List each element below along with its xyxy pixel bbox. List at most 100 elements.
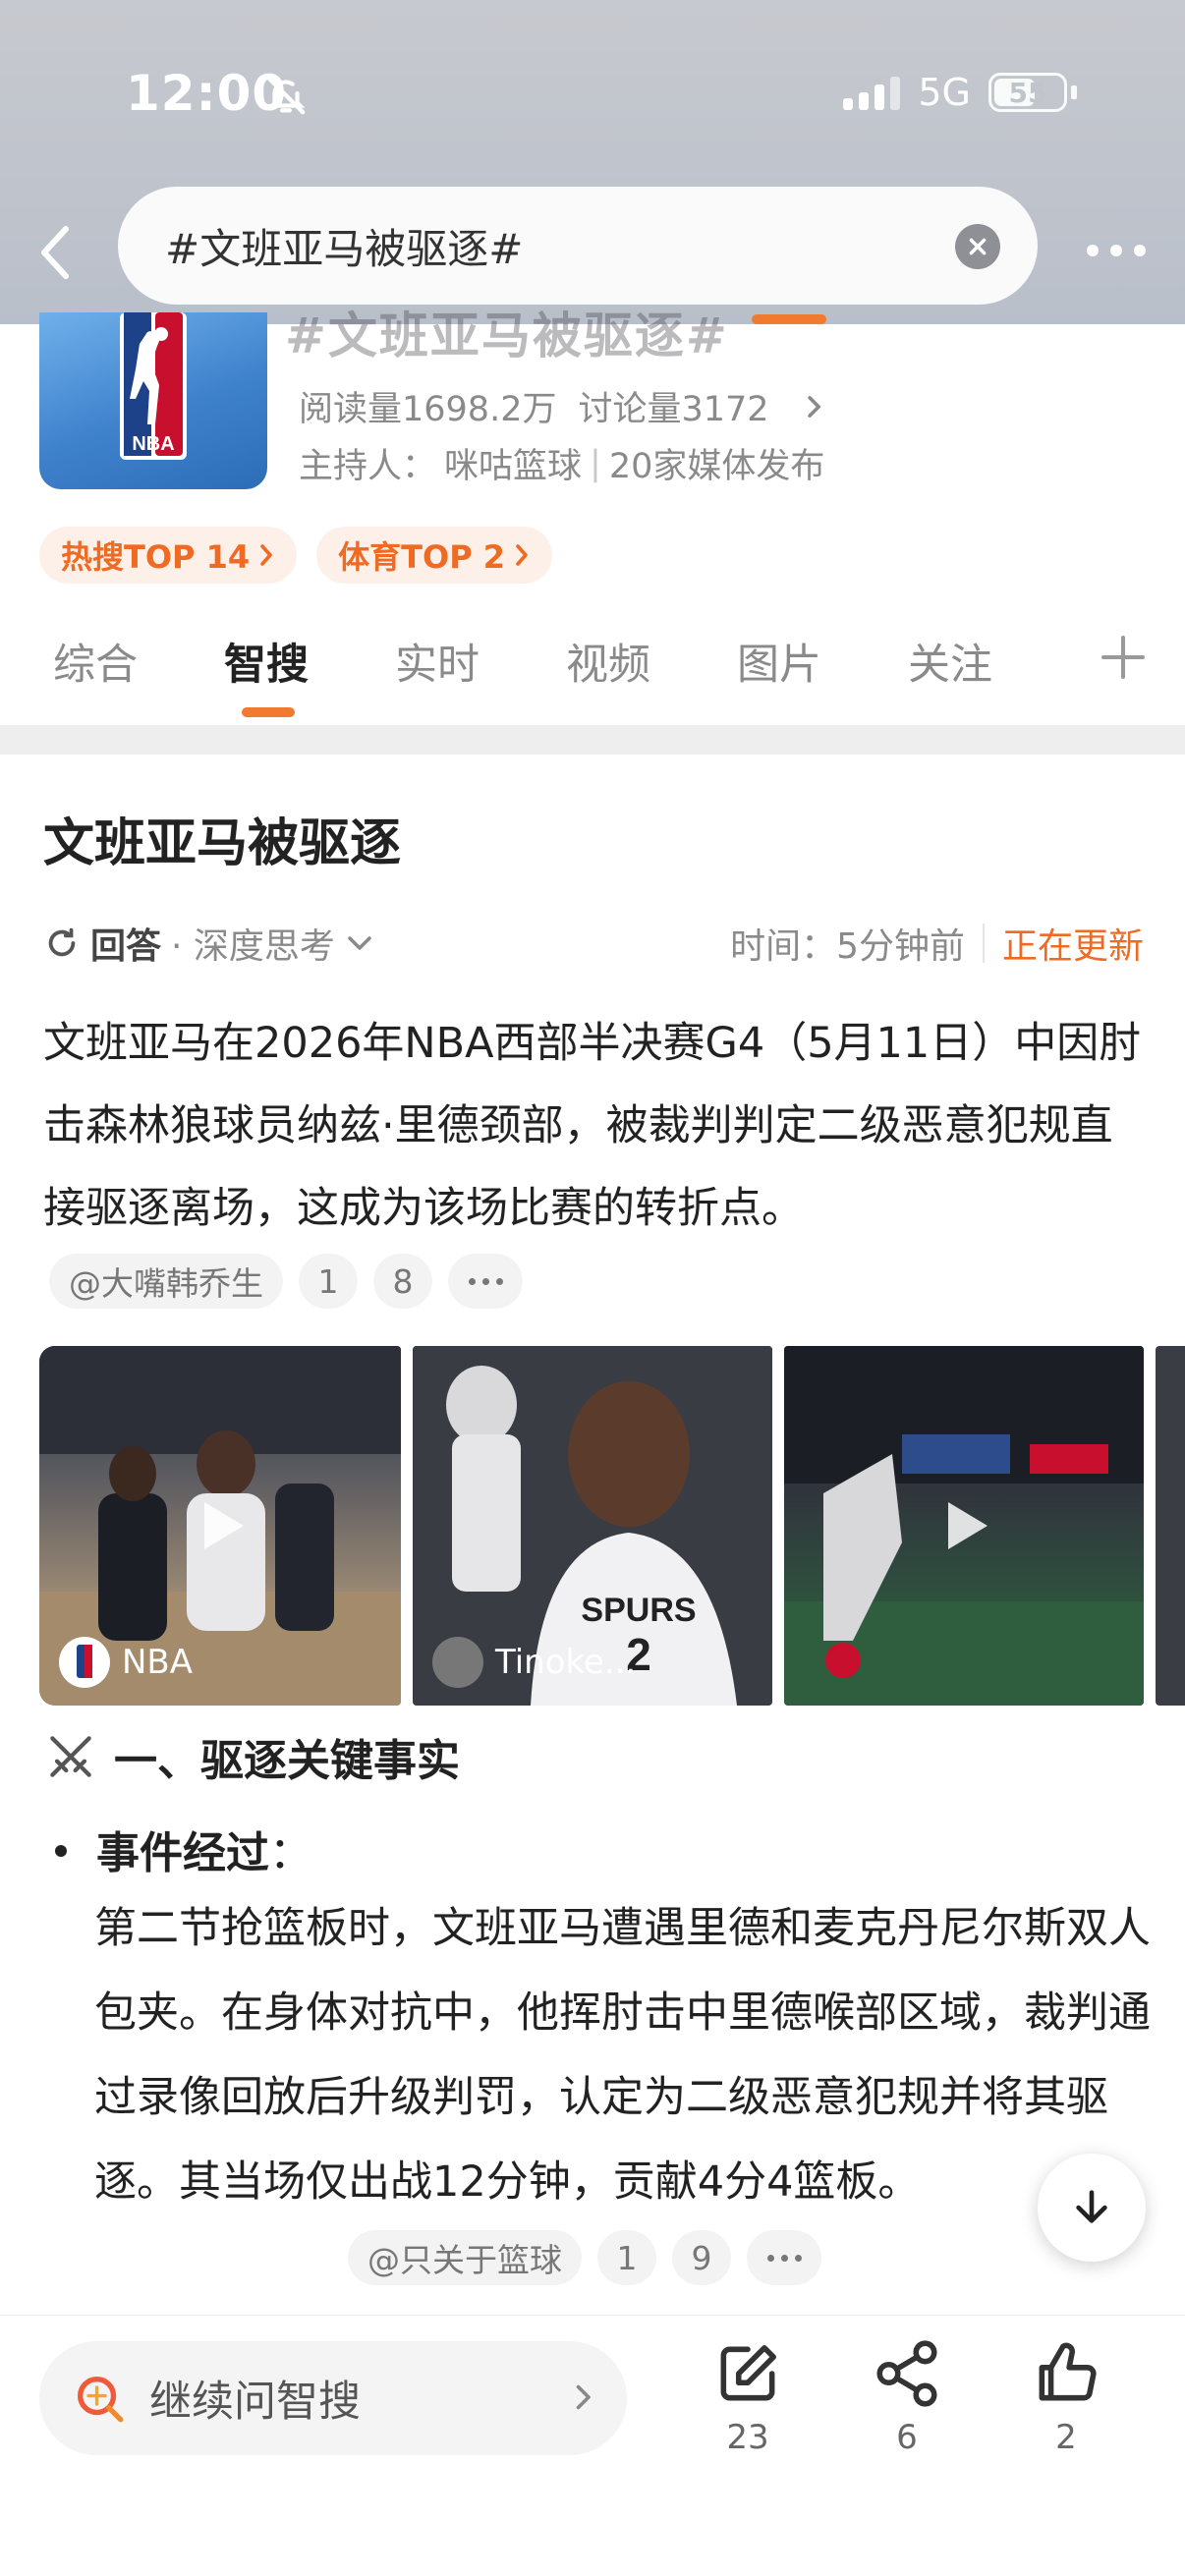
chevron-right-icon xyxy=(576,2384,591,2410)
media-author: NBA xyxy=(59,1637,193,1688)
hot-search-tag[interactable]: 热搜TOP 14 xyxy=(39,527,298,584)
section-title: 一、驱逐关键事实 xyxy=(114,1736,460,1786)
back-icon xyxy=(41,226,69,279)
topic-host-info: 主持人： 咪咕篮球 | 20家媒体发布 xyxy=(299,438,824,488)
more-citations-icon[interactable] xyxy=(448,1254,523,1309)
host-name[interactable]: 咪咕篮球 xyxy=(444,438,582,488)
topic-title-badge xyxy=(752,314,826,324)
tab-comprehensive[interactable]: 综合 xyxy=(53,631,138,692)
image-thumbnail[interactable]: SPURS 2 Tinoke... xyxy=(413,1346,772,1706)
svg-text:NBA: NBA xyxy=(132,433,174,455)
bullet-colon: ： xyxy=(269,1828,312,1878)
comment-count: 23 xyxy=(726,2418,769,2457)
hot-tags: 热搜TOP 14 体育TOP 2 xyxy=(39,527,553,584)
more-citations-icon[interactable] xyxy=(747,2230,821,2285)
share-button[interactable]: 6 xyxy=(853,2337,961,2457)
battery-icon: 55 xyxy=(988,73,1067,112)
status-bar: 12:00 5G 55 xyxy=(0,0,1185,187)
continue-ask-label: 继续问智搜 xyxy=(149,2378,361,2427)
media-author-name: NBA xyxy=(122,1643,194,1682)
bullet-body: 第二节抢篮板时，文班亚马遭遇里德和麦克丹尼尔斯双人包夹。在身体对抗中，他挥肘击中… xyxy=(94,1904,1151,2207)
citation-1[interactable]: 1 xyxy=(597,2230,656,2285)
battery-level: 55 xyxy=(1008,76,1047,109)
edit-icon xyxy=(720,2345,776,2401)
citation-1[interactable]: 1 xyxy=(299,1254,358,1309)
search-input[interactable]: #文班亚马被驱逐# xyxy=(118,187,1038,305)
answer-paragraph: 文班亚马在2026年NBA西部半决赛G4（5月11日）中因肘击森林狼球员纳兹·里… xyxy=(43,1019,1142,1233)
bullet-label-text: 事件经过 xyxy=(96,1828,269,1878)
top-nav: #文班亚马被驱逐# xyxy=(0,187,1185,310)
source-chip[interactable]: @大嘴韩乔生 xyxy=(49,1254,283,1309)
comment-button[interactable]: 23 xyxy=(694,2337,802,2457)
media-author-name: Tinoke... xyxy=(495,1643,637,1682)
author-avatar xyxy=(59,1637,110,1688)
arrow-down-icon xyxy=(1076,2190,1107,2223)
sparkle-loader-icon xyxy=(48,927,76,957)
tab-smart-search[interactable]: 智搜 xyxy=(224,631,309,692)
sports-tag-label: 体育TOP 2 xyxy=(338,538,506,576)
chevron-right-icon xyxy=(516,544,528,566)
answer-mode-sub: · 深度思考 xyxy=(171,926,335,967)
plus-icon[interactable] xyxy=(1099,633,1148,682)
sparkle-search-icon xyxy=(78,2377,124,2423)
bottom-bar: 继续问智搜 23 6 2 xyxy=(0,2315,1185,2576)
author-avatar xyxy=(432,1637,483,1688)
sports-tag[interactable]: 体育TOP 2 xyxy=(316,527,553,584)
share-icon xyxy=(876,2340,937,2407)
chevron-down-icon xyxy=(348,936,371,950)
play-icon[interactable] xyxy=(925,1486,1003,1565)
answer-meta: 回答 · 深度思考 时间：5分钟前 正在更新 xyxy=(43,918,1144,973)
citation-2[interactable]: 8 xyxy=(373,1254,432,1309)
answer-status: 时间：5分钟前 正在更新 xyxy=(730,918,1144,969)
media-carousel: NBA SPURS 2 Tinoke... xyxy=(39,1346,1185,1706)
section-divider xyxy=(0,725,1185,755)
continue-ask-input[interactable]: 继续问智搜 xyxy=(39,2341,627,2455)
source-citations: @大嘴韩乔生 1 8 xyxy=(49,1254,523,1309)
share-count: 6 xyxy=(896,2418,918,2457)
video-thumbnail[interactable]: NBA xyxy=(39,1346,401,1706)
media-count[interactable]: 20家媒体发布 xyxy=(609,438,825,488)
answer-title: 文班亚马被驱逐 xyxy=(43,814,402,873)
clear-button[interactable] xyxy=(955,224,1000,269)
topic-logo[interactable]: NBA xyxy=(39,312,267,489)
separator: | xyxy=(590,443,601,483)
tab-following[interactable]: 关注 xyxy=(908,631,992,692)
svg-text:SPURS: SPURS xyxy=(581,1592,696,1629)
status-separator xyxy=(982,924,985,963)
tab-video[interactable]: 视频 xyxy=(566,631,650,692)
active-tab-indicator xyxy=(242,707,295,717)
back-button[interactable] xyxy=(22,218,90,287)
tab-images[interactable]: 图片 xyxy=(737,631,821,692)
bullet-label: 事件经过： xyxy=(57,1818,312,1880)
chevron-right-icon xyxy=(807,395,820,418)
host-label: 主持人： xyxy=(299,447,437,486)
hot-search-tag-label: 热搜TOP 14 xyxy=(61,538,251,576)
battery-tip xyxy=(1071,85,1077,99)
answer-time: 时间：5分钟前 xyxy=(730,926,965,967)
nba-logo-icon: NBA xyxy=(120,312,187,460)
scroll-down-button[interactable] xyxy=(1038,2154,1146,2262)
source-chip[interactable]: @只关于篮球 xyxy=(348,2230,582,2285)
crossed-swords-icon xyxy=(50,1736,91,1777)
read-count: 阅读量1698.2万 xyxy=(299,390,557,429)
image-thumbnail-partial[interactable] xyxy=(1156,1346,1185,1706)
citation-2[interactable]: 9 xyxy=(672,2230,731,2285)
thumbs-up-icon xyxy=(1039,2342,1097,2401)
topic-stats[interactable]: 阅读量1698.2万 讨论量3172 xyxy=(299,381,826,431)
status-indicators: 5G 55 xyxy=(843,71,1077,114)
more-icon[interactable] xyxy=(1069,226,1163,275)
search-query: #文班亚马被驱逐# xyxy=(165,224,524,273)
answer-mode: 回答 xyxy=(90,926,162,967)
bell-off-icon xyxy=(266,76,306,115)
discussion-count: 讨论量3172 xyxy=(578,390,769,429)
play-icon[interactable] xyxy=(181,1486,259,1565)
video-thumbnail[interactable] xyxy=(784,1346,1144,1706)
like-count: 2 xyxy=(1055,2418,1077,2457)
answer-mode-toggle[interactable]: 回答 · 深度思考 xyxy=(43,918,374,969)
like-button[interactable]: 2 xyxy=(1012,2337,1120,2457)
chevron-right-icon xyxy=(260,544,272,566)
update-status: 正在更新 xyxy=(1001,926,1144,967)
tab-bar: 综合 智搜 实时 视频 图片 关注 xyxy=(0,631,1185,725)
media-author: Tinoke... xyxy=(432,1637,636,1688)
tab-realtime[interactable]: 实时 xyxy=(395,631,480,692)
